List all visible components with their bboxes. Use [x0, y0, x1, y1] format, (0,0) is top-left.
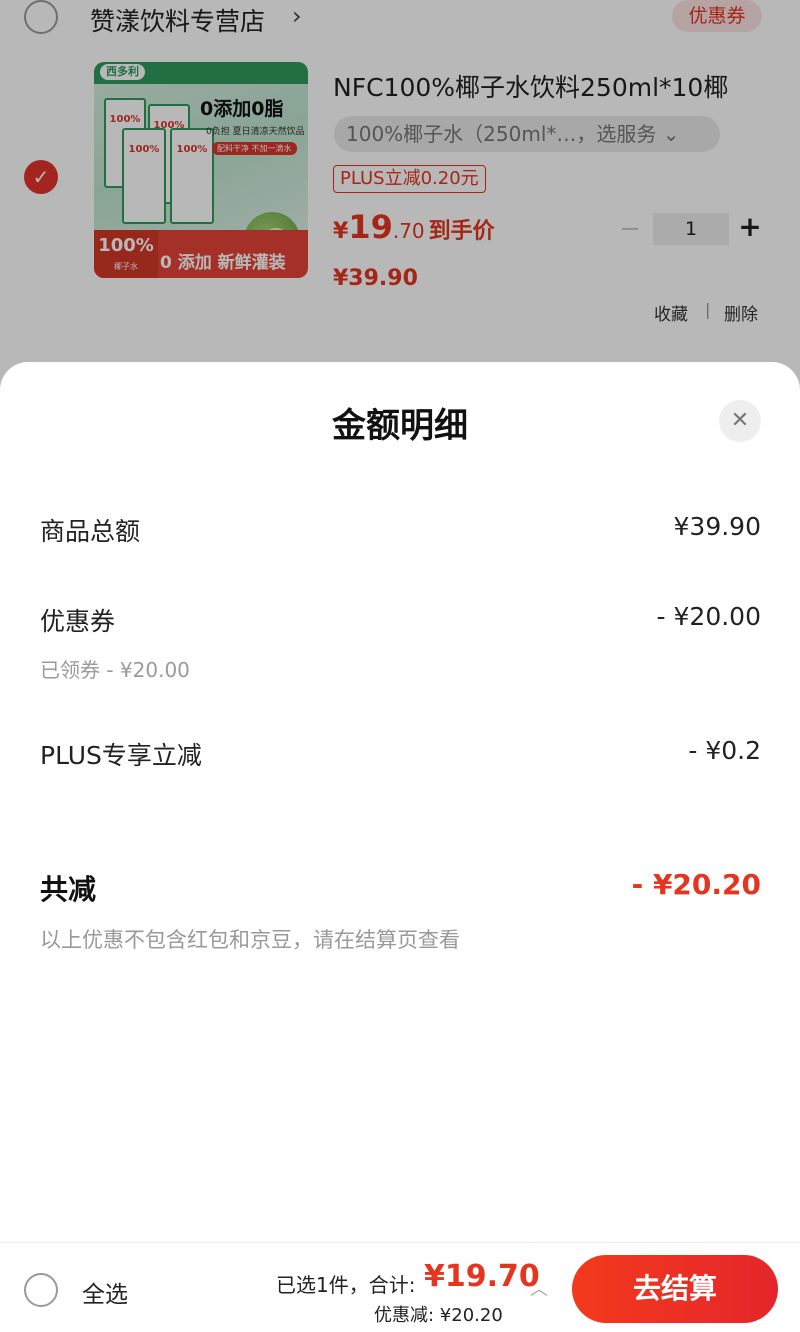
plus-discount-value: - ¥0.2: [688, 736, 761, 765]
amount-detail-sheet: 金额明细 ✕ 商品总额 ¥39.90 优惠券 - ¥20.00 已领券 - ¥2…: [0, 362, 800, 1242]
discount-note: 以上优惠不包含红包和京豆，请在结算页查看: [40, 928, 460, 952]
checkout-bar: 全选 已选1件，合计: ¥19.70 ︿ 优惠减: ¥20.20 去结算: [0, 1242, 800, 1332]
checkout-button[interactable]: 去结算: [572, 1255, 778, 1323]
modal-backdrop[interactable]: [0, 0, 800, 400]
goods-total-value: ¥39.90: [673, 512, 761, 541]
total-discount-label: 共减: [40, 873, 97, 906]
close-icon[interactable]: ✕: [719, 400, 761, 442]
selected-count-text: 已选1件，合计:: [276, 1273, 416, 1297]
sheet-title: 金额明细: [332, 406, 468, 446]
total-sum: ¥19.70: [424, 1259, 540, 1294]
coupon-label: 优惠券: [40, 607, 116, 636]
total-discount-value: - ¥20.20: [631, 868, 761, 901]
select-all-label[interactable]: 全选: [82, 1275, 128, 1309]
chevron-up-icon[interactable]: ︿: [530, 1275, 548, 1301]
plus-discount-label: PLUS专享立减: [40, 741, 202, 770]
coupon-sub-text: 已领券 - ¥20.00: [40, 658, 190, 682]
coupon-value: - ¥20.00: [656, 602, 761, 631]
select-all-radio[interactable]: [24, 1273, 58, 1307]
goods-total-label: 商品总额: [40, 517, 141, 546]
discount-summary[interactable]: 优惠减: ¥20.20: [374, 1301, 503, 1327]
